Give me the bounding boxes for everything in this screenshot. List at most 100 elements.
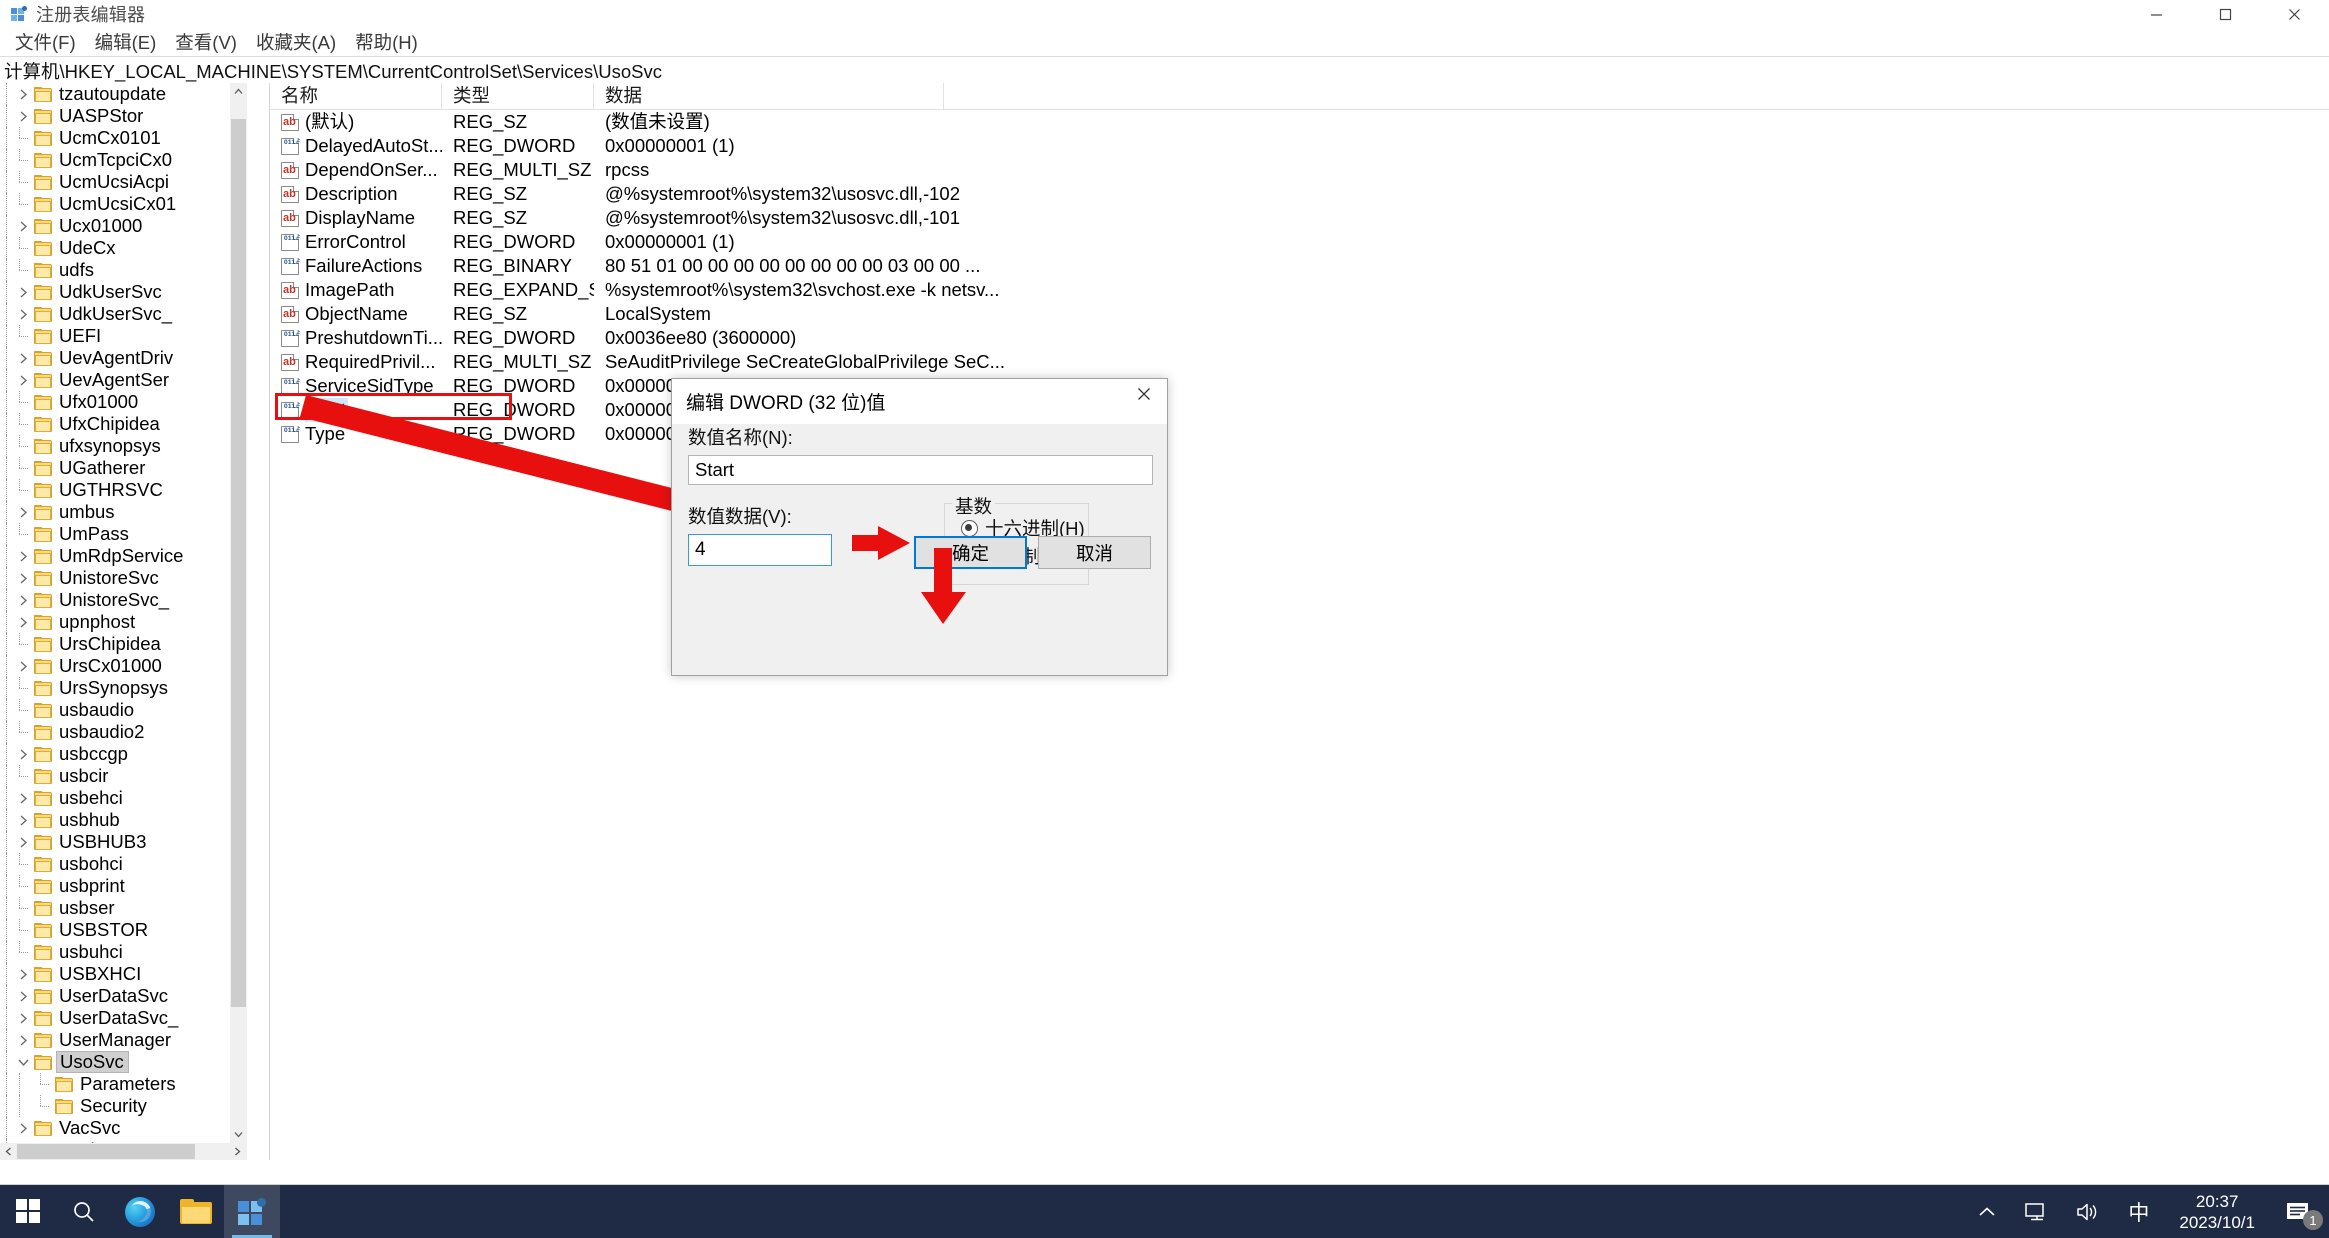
- table-row[interactable]: StartREG_DWORD0x00000002 (2): [270, 398, 2329, 422]
- tree-item-security[interactable]: Security: [0, 1095, 246, 1117]
- chevron-down-icon[interactable]: [13, 1051, 34, 1073]
- chevron-right-icon[interactable]: [13, 347, 34, 369]
- tree-item-uevagentdriv[interactable]: UevAgentDriv: [0, 347, 246, 369]
- tree-item-udecx[interactable]: UdeCx: [0, 237, 246, 259]
- ok-button[interactable]: 确定: [914, 536, 1027, 569]
- tree-item-usbehci[interactable]: usbehci: [0, 787, 246, 809]
- tree-item-upnphost[interactable]: upnphost: [0, 611, 246, 633]
- table-row[interactable]: DelayedAutoSt... REG_DWORD 0x00000001 (1): [270, 134, 2329, 158]
- tree-item-udkusersvc[interactable]: UdkUserSvc_: [0, 303, 246, 325]
- table-row[interactable]: FailureActions REG_BINARY 80 51 01 00 00 0…: [270, 254, 2329, 278]
- scroll-down-arrow-icon[interactable]: [230, 1126, 247, 1143]
- dialog-close-icon[interactable]: [1121, 379, 1167, 409]
- value-data-input[interactable]: [688, 534, 832, 566]
- chevron-right-icon[interactable]: [13, 545, 34, 567]
- tree-item-usbccgp[interactable]: usbccgp: [0, 743, 246, 765]
- tree-item-urssynopsys[interactable]: UrsSynopsys: [0, 677, 246, 699]
- tree-item-usbxhci[interactable]: USBXHCI: [0, 963, 246, 985]
- search-button[interactable]: [56, 1185, 112, 1238]
- minimize-button[interactable]: [2122, 0, 2191, 28]
- close-button[interactable]: [2260, 0, 2329, 28]
- menu-edit[interactable]: 编辑(E): [86, 26, 166, 59]
- tree-item-usermanager[interactable]: UserManager: [0, 1029, 246, 1051]
- menu-help[interactable]: 帮助(H): [346, 26, 427, 59]
- tree-item-ucmucsicx01[interactable]: UcmUcsiCx01: [0, 193, 246, 215]
- tree-item-usbcir[interactable]: usbcir: [0, 765, 246, 787]
- chevron-right-icon[interactable]: [13, 83, 34, 105]
- chevron-right-icon[interactable]: [13, 567, 34, 589]
- tree-item-usbhub[interactable]: usbhub: [0, 809, 246, 831]
- tree-item-usbuhci[interactable]: usbuhci: [0, 941, 246, 963]
- chevron-right-icon[interactable]: [13, 655, 34, 677]
- tree-item-udkusersvc[interactable]: UdkUserSvc: [0, 281, 246, 303]
- column-header-data[interactable]: 数据: [594, 83, 944, 109]
- tree-hscroll-thumb[interactable]: [17, 1144, 195, 1159]
- chevron-right-icon[interactable]: [13, 1117, 34, 1139]
- table-row[interactable]: RequiredPrivil... REG_MULTI_SZ SeAuditPriv…: [270, 350, 2329, 374]
- table-row[interactable]: ObjectName REG_SZ LocalSystem: [270, 302, 2329, 326]
- table-row[interactable]: ImagePath REG_EXPAND_SZ %systemroot%\syste…: [270, 278, 2329, 302]
- table-row[interactable]: DisplayName REG_SZ @%systemroot%\system32\…: [270, 206, 2329, 230]
- chevron-right-icon[interactable]: [13, 831, 34, 853]
- tree-item-uevagentser[interactable]: UevAgentSer: [0, 369, 246, 391]
- column-header-type[interactable]: 类型: [442, 83, 594, 109]
- chevron-right-icon[interactable]: [13, 281, 34, 303]
- chevron-right-icon[interactable]: [13, 501, 34, 523]
- tree-item-usbhub3[interactable]: USBHUB3: [0, 831, 246, 853]
- maximize-button[interactable]: [2191, 0, 2260, 28]
- tree-item-userdatasvc[interactable]: UserDataSvc_: [0, 1007, 246, 1029]
- chevron-right-icon[interactable]: [13, 1007, 34, 1029]
- tree-item-ucmcx0101[interactable]: UcmCx0101: [0, 127, 246, 149]
- tree-item-usbaudio2[interactable]: usbaudio2: [0, 721, 246, 743]
- table-row[interactable]: ErrorControl REG_DWORD 0x00000001 (1): [270, 230, 2329, 254]
- tree-item-umrdpservice[interactable]: UmRdpService: [0, 545, 246, 567]
- chevron-right-icon[interactable]: [13, 985, 34, 1007]
- tree-item-uefi[interactable]: UEFI: [0, 325, 246, 347]
- scroll-right-arrow-icon[interactable]: [229, 1143, 246, 1160]
- cancel-button[interactable]: 取消: [1038, 536, 1151, 569]
- scroll-left-arrow-icon[interactable]: [0, 1143, 17, 1160]
- tree-item-umbus[interactable]: umbus: [0, 501, 246, 523]
- registry-values-list[interactable]: (默认) REG_SZ (数值未设置) DelayedAutoSt... REG_DWO…: [270, 110, 2329, 446]
- table-row[interactable]: Description REG_SZ @%systemroot%\system32\…: [270, 182, 2329, 206]
- tree-item-unistoresvc[interactable]: UnistoreSvc_: [0, 589, 246, 611]
- table-row[interactable]: ServiceSidTypeREG_DWORD0x00000001 (1): [270, 374, 2329, 398]
- tree-item-unistoresvc[interactable]: UnistoreSvc: [0, 567, 246, 589]
- chevron-right-icon[interactable]: [13, 1029, 34, 1051]
- tree-item-userdatasvc[interactable]: UserDataSvc: [0, 985, 246, 1007]
- chevron-right-icon[interactable]: [13, 369, 34, 391]
- notification-center-button[interactable]: 1: [2271, 1185, 2329, 1238]
- tree-item-ugthrsvc[interactable]: UGTHRSVC: [0, 479, 246, 501]
- tree-item-ufx01000[interactable]: Ufx01000: [0, 391, 246, 413]
- taskbar-file-explorer[interactable]: [168, 1185, 224, 1238]
- radio-hexadecimal-indicator[interactable]: [961, 519, 978, 537]
- address-bar[interactable]: 计算机\HKEY_LOCAL_MACHINE\SYSTEM\CurrentCon…: [0, 56, 2329, 85]
- table-row[interactable]: DependOnSer... REG_MULTI_SZ rpcss: [270, 158, 2329, 182]
- menu-view[interactable]: 查看(V): [166, 26, 246, 59]
- table-row[interactable]: TypeREG_DWORD0x00000020 (32): [270, 422, 2329, 446]
- registry-tree[interactable]: tzautoupdate UASPStor UcmCx0101 UcmTcpciCx0…: [0, 83, 246, 1160]
- tree-item-usbstor[interactable]: USBSTOR: [0, 919, 246, 941]
- tree-item-ucmtcpcicx0[interactable]: UcmTcpciCx0: [0, 149, 246, 171]
- chevron-right-icon[interactable]: [13, 589, 34, 611]
- tree-item-ufxsynopsys[interactable]: ufxsynopsys: [0, 435, 246, 457]
- tray-ime-indicator[interactable]: 中: [2114, 1185, 2163, 1238]
- tree-item-udfs[interactable]: udfs: [0, 259, 246, 281]
- chevron-right-icon[interactable]: [13, 611, 34, 633]
- taskbar-clock[interactable]: 20:37 2023/10/1: [2163, 1185, 2271, 1238]
- tree-hscroll-track[interactable]: [17, 1143, 229, 1160]
- chevron-right-icon[interactable]: [13, 303, 34, 325]
- chevron-right-icon[interactable]: [13, 809, 34, 831]
- tree-horizontal-scrollbar[interactable]: [0, 1143, 246, 1160]
- tree-item-umpass[interactable]: UmPass: [0, 523, 246, 545]
- tree-item-usbprint[interactable]: usbprint: [0, 875, 246, 897]
- tree-item-tzautoupdate[interactable]: tzautoupdate: [0, 83, 246, 105]
- table-row[interactable]: (默认) REG_SZ (数值未设置): [270, 110, 2329, 134]
- column-header-name[interactable]: 名称: [270, 83, 442, 109]
- chevron-right-icon[interactable]: [13, 215, 34, 237]
- tree-item-ucx01000[interactable]: Ucx01000: [0, 215, 246, 237]
- tree-vertical-scrollbar[interactable]: [229, 83, 247, 1160]
- tree-item-ufxchipidea[interactable]: UfxChipidea: [0, 413, 246, 435]
- tray-network-icon[interactable]: [2010, 1185, 2062, 1238]
- taskbar-edge[interactable]: [112, 1185, 168, 1238]
